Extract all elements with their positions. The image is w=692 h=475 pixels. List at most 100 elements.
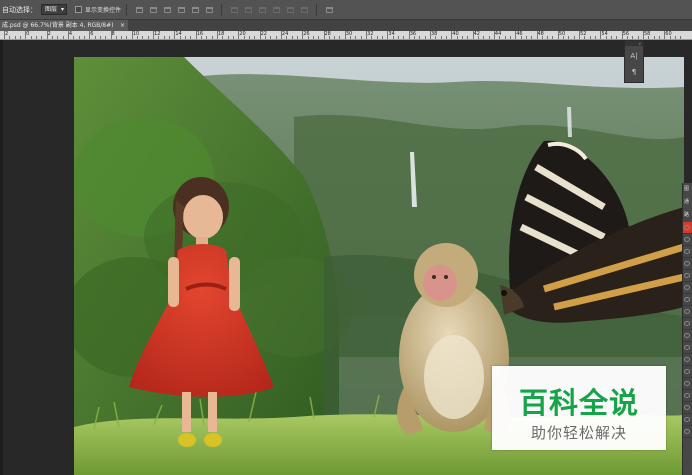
ruler-tick (259, 31, 261, 39)
ruler-tick (408, 31, 410, 39)
ruler-label: 44 (494, 31, 502, 37)
visibility-eye-icon[interactable] (684, 405, 690, 410)
layer-row[interactable] (683, 246, 692, 258)
distribute-bottom-icon[interactable] (257, 5, 267, 14)
auto-select-dropdown[interactable]: 图层 (41, 4, 67, 15)
align-horizontal-center-icon[interactable] (190, 5, 200, 14)
ruler-tick (674, 36, 676, 39)
panel-grip[interactable]: » (625, 41, 643, 46)
ruler-tick (424, 36, 426, 39)
paragraph-icon[interactable]: ¶ (628, 66, 640, 78)
visibility-eye-icon[interactable] (684, 429, 690, 434)
ruler-label: 38 (431, 31, 438, 37)
ruler-tick (589, 36, 591, 39)
distribute-right-icon[interactable] (299, 5, 309, 14)
layer-row[interactable] (683, 378, 692, 390)
layer-row[interactable] (683, 270, 692, 282)
align-left-icon[interactable] (176, 5, 186, 14)
ruler-label: 14 (175, 31, 182, 37)
visibility-eye-icon[interactable] (684, 345, 690, 350)
ruler-tick (4, 31, 5, 39)
visibility-eye-icon[interactable] (684, 249, 690, 254)
ruler-tick (302, 31, 304, 39)
distribute-center-icon[interactable] (243, 5, 253, 14)
show-transform-checkbox[interactable] (75, 6, 82, 13)
ruler-tick (547, 36, 549, 39)
document-title: 成.psd @ 66.7%(背景 副本 4, RGB/8#) (2, 22, 114, 29)
visibility-eye-icon[interactable] (684, 309, 690, 314)
ruler-tick (318, 36, 320, 39)
ruler-label: 24 (281, 31, 289, 37)
canvas-workspace[interactable]: » A| ¶ 图 通 路 百科全说 助你轻松解决 (0, 40, 692, 475)
character-icon[interactable]: A| (628, 50, 640, 62)
visibility-eye-icon[interactable] (684, 369, 690, 374)
ruler-label: 6 (90, 31, 94, 37)
auto-align-icon[interactable] (324, 5, 334, 14)
distribute-left-icon[interactable] (271, 5, 281, 14)
layer-row[interactable] (683, 306, 692, 318)
toolbar-edge (0, 40, 3, 475)
ruler-tick (387, 31, 389, 39)
align-bottom-icon[interactable] (162, 5, 172, 14)
ruler-tick (41, 36, 43, 39)
distribute-hcenter-icon[interactable] (285, 5, 295, 14)
ruler-tick (461, 36, 463, 39)
visibility-eye-icon[interactable] (684, 417, 690, 422)
visibility-eye-icon[interactable] (684, 225, 690, 230)
distribute-top-icon[interactable] (229, 5, 239, 14)
layer-row[interactable] (683, 354, 692, 366)
panel-tab-paths[interactable]: 路 (683, 209, 692, 222)
layer-row[interactable] (683, 366, 692, 378)
align-vertical-center-icon[interactable] (148, 5, 158, 14)
layer-row[interactable] (683, 330, 692, 342)
ruler-tick (286, 36, 288, 39)
ruler-tick (648, 36, 650, 39)
close-tab-icon[interactable]: × (120, 20, 125, 31)
ruler-tick (398, 36, 400, 39)
visibility-eye-icon[interactable] (684, 237, 690, 242)
ruler-tick (78, 36, 80, 39)
ruler-tick (658, 36, 660, 39)
divider (316, 3, 318, 16)
visibility-eye-icon[interactable] (684, 321, 690, 326)
visibility-eye-icon[interactable] (684, 273, 690, 278)
ruler-tick (344, 31, 346, 39)
ruler-tick (339, 36, 341, 39)
panel-tab-channels[interactable]: 通 (683, 196, 692, 209)
ruler-tick (584, 36, 586, 39)
visibility-eye-icon[interactable] (684, 297, 690, 302)
panel-tab-layers[interactable]: 图 (683, 183, 692, 196)
layer-row[interactable] (683, 222, 692, 234)
layer-row[interactable] (683, 342, 692, 354)
ruler-tick (179, 36, 181, 39)
ruler-tick (467, 36, 469, 39)
watermark-title: 百科全说 (518, 386, 639, 420)
ruler-tick (190, 36, 192, 39)
layer-row[interactable] (683, 426, 692, 438)
layer-row[interactable] (683, 294, 692, 306)
layer-row[interactable] (683, 318, 692, 330)
ruler-tick (605, 36, 607, 39)
visibility-eye-icon[interactable] (684, 393, 690, 398)
visibility-eye-icon[interactable] (684, 357, 690, 362)
layer-row[interactable] (683, 402, 692, 414)
layer-row[interactable] (683, 390, 692, 402)
visibility-eye-icon[interactable] (684, 333, 690, 338)
layer-row[interactable] (683, 258, 692, 270)
align-right-icon[interactable] (204, 5, 214, 14)
align-top-icon[interactable] (134, 5, 144, 14)
visibility-eye-icon[interactable] (684, 285, 690, 290)
ruler-tick (270, 36, 272, 39)
visibility-eye-icon[interactable] (684, 381, 690, 386)
visibility-eye-icon[interactable] (684, 261, 690, 266)
layer-row[interactable] (683, 414, 692, 426)
ruler-tick (371, 36, 373, 39)
document-tab[interactable]: 成.psd @ 66.7%(背景 副本 4, RGB/8#) × (0, 20, 128, 31)
layer-row[interactable] (683, 234, 692, 246)
ruler-tick (509, 36, 511, 39)
ruler-tick (174, 31, 176, 39)
ruler-tick (552, 36, 554, 39)
layer-row[interactable] (683, 282, 692, 294)
ruler-tick (264, 36, 266, 39)
ruler-tick (632, 36, 634, 39)
